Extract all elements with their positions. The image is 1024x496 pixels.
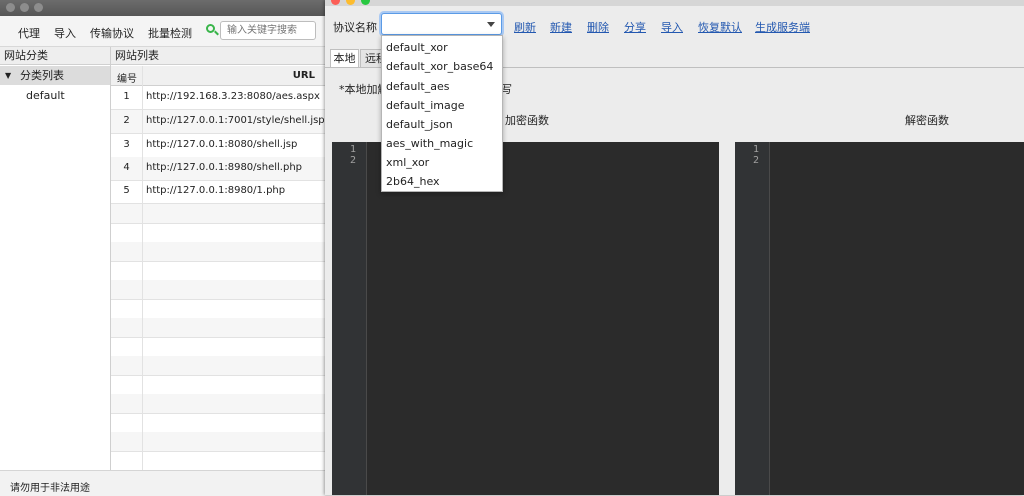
table-row[interactable]: 1 http://192.168.3.23:8080/aes.aspx xyxy=(111,86,325,110)
empty-row xyxy=(111,223,325,243)
delete-link[interactable]: 删除 xyxy=(587,19,609,35)
option-2b64-hex[interactable]: 2b64_hex xyxy=(386,175,440,188)
category-root-label: 分类列表 xyxy=(20,69,64,82)
import-menu[interactable]: 导入 xyxy=(54,25,76,41)
line-number: 1 xyxy=(349,144,356,155)
main-window: 代理 导入 传输协议 批量检测 网站分类 ▼ 分类列表 default 网站列表… xyxy=(0,0,325,496)
minimize-window-button[interactable] xyxy=(20,3,29,12)
option-default-image[interactable]: default_image xyxy=(386,99,464,112)
row-num: 3 xyxy=(123,139,130,150)
new-link[interactable]: 新建 xyxy=(550,19,572,35)
line-number: 2 xyxy=(752,155,759,166)
close-window-button[interactable] xyxy=(6,3,15,12)
empty-row xyxy=(111,432,325,452)
tab-local[interactable]: 本地 xyxy=(330,49,359,67)
option-default-json[interactable]: default_json xyxy=(386,118,453,131)
category-tree-root[interactable]: ▼ 分类列表 xyxy=(0,66,110,85)
empty-row xyxy=(111,280,325,300)
empty-row xyxy=(111,318,325,338)
status-text: 请勿用于非法用途 xyxy=(10,483,90,494)
option-default-aes[interactable]: default_aes xyxy=(386,80,449,93)
table-row[interactable]: 3 http://127.0.0.1:8080/shell.jsp xyxy=(111,134,325,158)
dialog-minimize-button[interactable] xyxy=(346,0,355,5)
site-table-header: 编号 URL xyxy=(111,66,325,86)
main-toolbar: 代理 导入 传输协议 批量检测 xyxy=(0,16,325,47)
share-link[interactable]: 分享 xyxy=(624,19,646,35)
row-url: http://127.0.0.1:7001/style/shell.jsp xyxy=(146,115,325,126)
search-icon xyxy=(206,24,215,33)
empty-row xyxy=(111,375,325,395)
decrypt-code-editor[interactable]: 1 2 xyxy=(735,142,1024,495)
transport-protocol-menu[interactable]: 传输协议 xyxy=(90,25,134,41)
protocol-name-label: 协议名称 xyxy=(333,21,377,34)
empty-row xyxy=(111,356,325,376)
table-row[interactable]: 2 http://127.0.0.1:7001/style/shell.jsp xyxy=(111,110,325,134)
batch-check-menu[interactable]: 批量检测 xyxy=(148,25,192,41)
restore-default-link[interactable]: 恢复默认 xyxy=(698,19,742,35)
generate-server-link[interactable]: 生成服务端 xyxy=(755,19,810,35)
expand-triangle-icon[interactable]: ▼ xyxy=(5,66,11,85)
row-url: http://127.0.0.1:8980/1.php xyxy=(146,185,286,196)
row-num: 1 xyxy=(123,91,130,102)
row-url: http://127.0.0.1:8080/shell.jsp xyxy=(146,139,298,150)
empty-row xyxy=(111,394,325,414)
dialog-zoom-button[interactable] xyxy=(361,0,370,5)
site-list-panel: 网站列表 编号 URL 1 http://192.168.3.23:8080/a… xyxy=(111,47,325,470)
zoom-window-button[interactable] xyxy=(34,3,43,12)
main-titlebar xyxy=(0,0,325,16)
column-header-url[interactable]: URL xyxy=(293,70,315,81)
line-gutter: 1 2 xyxy=(332,142,367,495)
import-link[interactable]: 导入 xyxy=(661,19,683,35)
line-gutter: 1 2 xyxy=(735,142,770,495)
search-input[interactable] xyxy=(220,21,316,40)
status-bar: 请勿用于非法用途 xyxy=(0,470,325,496)
empty-row xyxy=(111,204,325,224)
row-num: 5 xyxy=(123,185,130,196)
row-num: 2 xyxy=(123,115,130,126)
option-aes-with-magic[interactable]: aes_with_magic xyxy=(386,137,473,150)
table-row[interactable]: 4 http://127.0.0.1:8980/shell.php xyxy=(111,157,325,181)
empty-row xyxy=(111,337,325,357)
column-header-num[interactable]: 编号 xyxy=(117,70,137,85)
refresh-link[interactable]: 刷新 xyxy=(514,19,536,35)
empty-row xyxy=(111,261,325,281)
protocol-dropdown-list: default_xor default_xor_base64 default_a… xyxy=(381,35,503,192)
dialog-titlebar xyxy=(325,0,1024,6)
line-number: 1 xyxy=(752,144,759,155)
line-number: 2 xyxy=(349,155,356,166)
category-item-default[interactable]: default xyxy=(26,89,65,102)
category-panel-title: 网站分类 xyxy=(0,47,110,65)
decrypt-function-title: 解密函数 xyxy=(905,114,949,127)
row-url: http://127.0.0.1:8980/shell.php xyxy=(146,162,303,173)
site-list-title: 网站列表 xyxy=(111,47,325,65)
column-divider xyxy=(142,66,143,470)
category-panel: 网站分类 ▼ 分类列表 default xyxy=(0,47,111,470)
empty-row xyxy=(111,242,325,262)
option-default-xor-base64[interactable]: default_xor_base64 xyxy=(386,60,493,73)
option-xml-xor[interactable]: xml_xor xyxy=(386,156,429,169)
encrypt-code-editor[interactable]: 1 2 xyxy=(332,142,719,495)
empty-row xyxy=(111,413,325,433)
empty-row xyxy=(111,299,325,319)
dialog-close-button[interactable] xyxy=(331,0,340,5)
proxy-menu[interactable]: 代理 xyxy=(18,25,40,41)
row-num: 4 xyxy=(123,162,130,173)
row-url: http://192.168.3.23:8080/aes.aspx xyxy=(146,91,320,102)
chevron-down-icon xyxy=(487,22,495,27)
option-default-xor[interactable]: default_xor xyxy=(386,41,448,54)
encrypt-function-title: 加密函数 xyxy=(505,114,549,127)
table-row[interactable]: 5 http://127.0.0.1:8980/1.php xyxy=(111,180,325,204)
protocol-select[interactable] xyxy=(381,13,502,35)
